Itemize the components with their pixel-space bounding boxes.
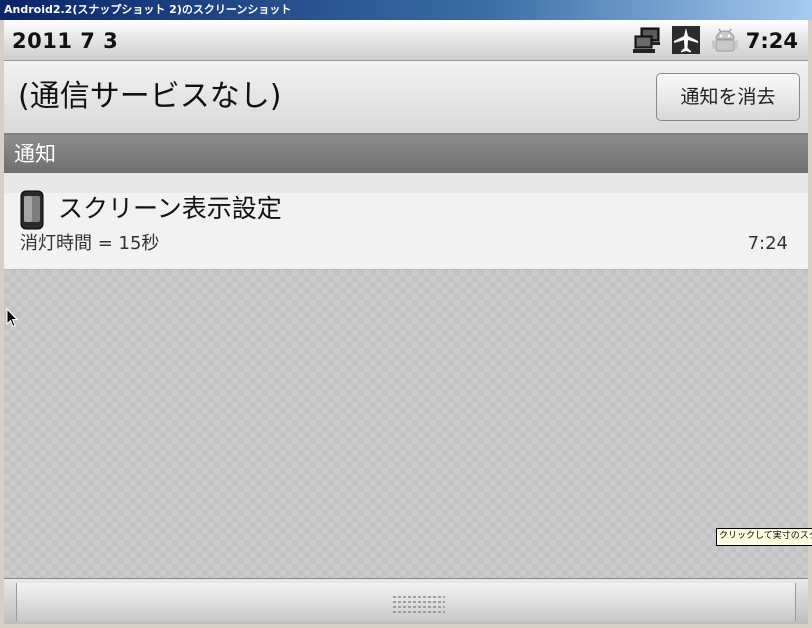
notification-panel-handle[interactable] bbox=[4, 578, 808, 624]
carrier-label: (通信サービスなし) bbox=[18, 79, 282, 114]
notification-text: 消灯時間 = 15秒 bbox=[20, 233, 160, 254]
notification-title: スクリーン表示設定 bbox=[58, 194, 282, 223]
airplane-mode-icon bbox=[672, 26, 700, 54]
status-time: 7:24 bbox=[745, 29, 798, 53]
notification-time: 7:24 bbox=[747, 233, 788, 254]
network-computers-icon bbox=[633, 27, 660, 53]
mouse-cursor-icon bbox=[6, 308, 18, 328]
empty-notification-area bbox=[4, 270, 808, 578]
window-title-bar: Android2.2(スナップショット 2)のスクリーンショット bbox=[0, 0, 812, 20]
notification-item[interactable]: スクリーン表示設定 消灯時間 = 15秒 7:24 bbox=[4, 173, 808, 270]
clear-notifications-button[interactable]: 通知を消去 bbox=[656, 73, 800, 121]
status-bar: 2011 7 3 7:24 bbox=[4, 20, 808, 61]
android-screen: 2011 7 3 7:24 (通信サービスなし) 通知を消去 通知 スクリーン表… bbox=[4, 20, 808, 624]
notification-top-strip bbox=[4, 173, 808, 193]
android-robot-icon bbox=[712, 28, 738, 52]
handle-inner bbox=[16, 583, 796, 621]
notification-header: (通信サービスなし) 通知を消去 bbox=[4, 61, 808, 135]
grip-icon bbox=[393, 596, 445, 613]
status-date: 2011 7 3 bbox=[12, 29, 119, 53]
screenshot-tooltip: クリックして実寸のスクリーンショット bbox=[716, 528, 812, 546]
phone-icon bbox=[20, 190, 44, 230]
section-header-notifications: 通知 bbox=[4, 135, 808, 173]
window-title: Android2.2(スナップショット 2)のスクリーンショット bbox=[4, 3, 292, 16]
